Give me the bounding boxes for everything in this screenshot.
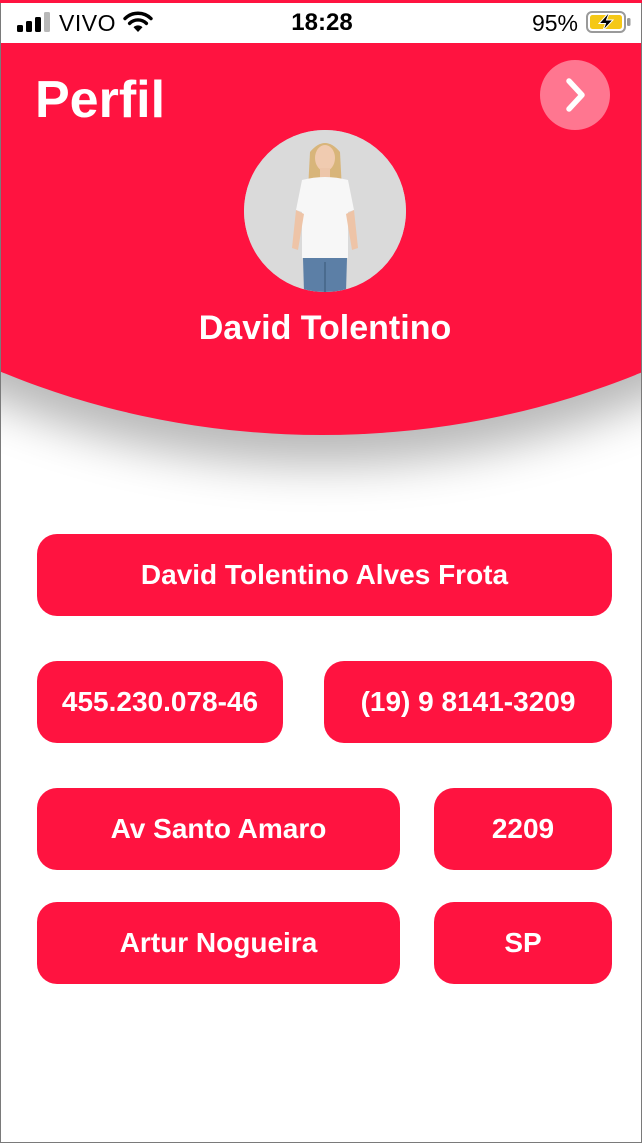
battery-percent: 95% [531, 10, 578, 36]
avatar-photo [244, 130, 406, 292]
window-top-border [0, 0, 642, 3]
cpf-field[interactable]: 455.230.078-46 [37, 661, 283, 743]
cpf-value: 455.230.078-46 [61, 686, 259, 717]
chevron-right-icon [566, 78, 585, 112]
app-screen: VIVO 18:28 95% Perfil David Tolentino Da… [0, 0, 642, 1143]
phone-field[interactable]: (19) 9 8141-3209 [324, 661, 612, 743]
state-field[interactable]: SP [434, 902, 612, 984]
full-name-field[interactable]: David Tolentino Alves Frota [37, 534, 612, 616]
full-name-value: David Tolentino Alves Frota [140, 559, 509, 590]
street-field[interactable]: Av Santo Amaro [37, 788, 400, 870]
street-number-value: 2209 [491, 813, 555, 844]
city-value: Artur Nogueira [119, 927, 318, 958]
battery-charging-icon [586, 11, 631, 33]
status-bar: VIVO 18:28 95% [1, 1, 641, 43]
phone-value: (19) 9 8141-3209 [360, 686, 576, 717]
avatar [244, 130, 406, 292]
city-field[interactable]: Artur Nogueira [37, 902, 400, 984]
street-number-field[interactable]: 2209 [434, 788, 612, 870]
state-value: SP [504, 927, 542, 958]
street-value: Av Santo Amaro [110, 813, 327, 844]
next-button[interactable] [540, 60, 610, 130]
profile-name: David Tolentino [198, 309, 452, 347]
page-title: Perfil [35, 71, 166, 129]
